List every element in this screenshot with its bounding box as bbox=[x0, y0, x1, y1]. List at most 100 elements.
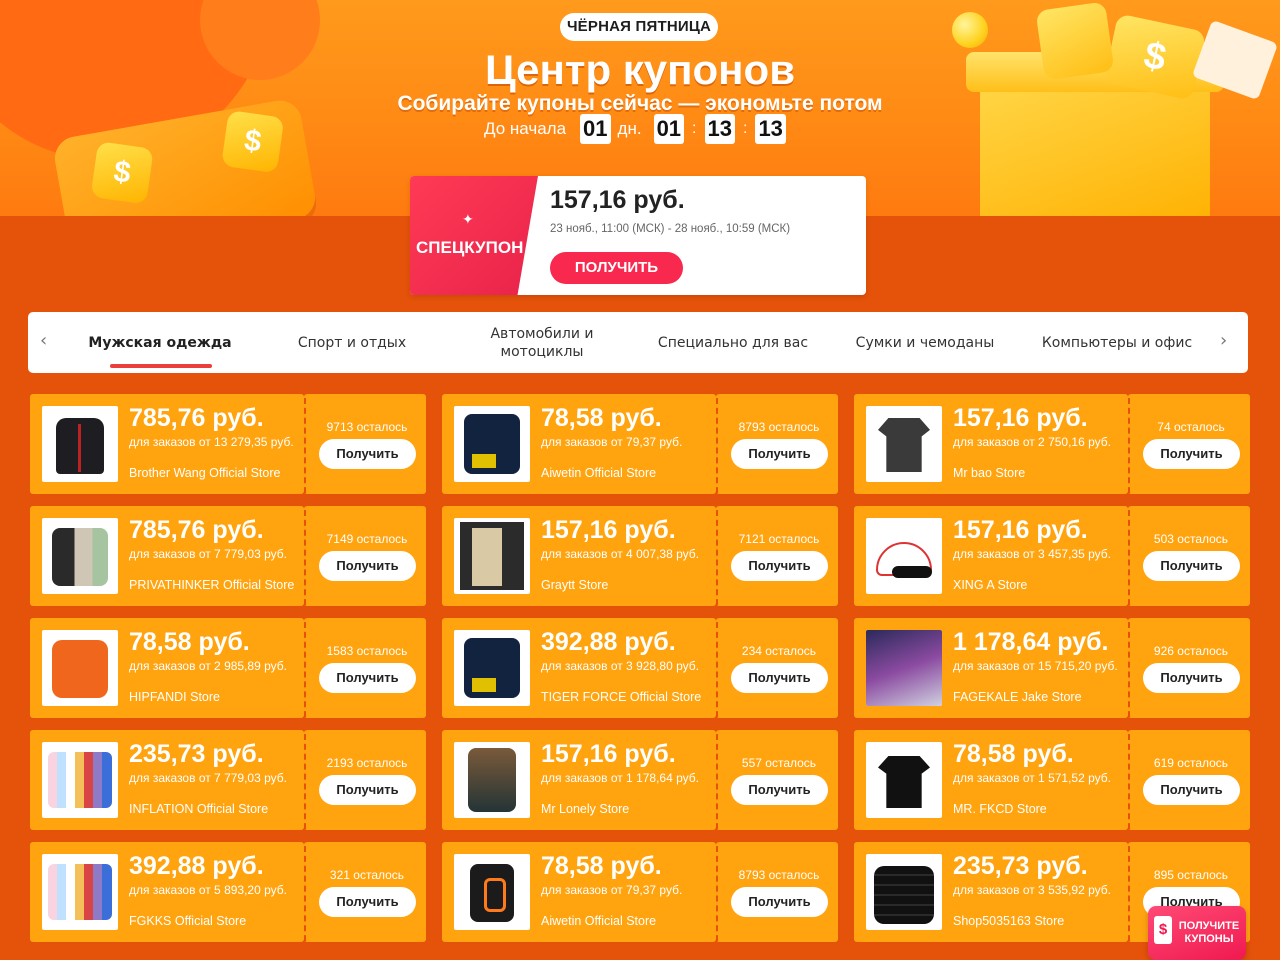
coupon-condition: для заказов от 7 779,03 руб. bbox=[129, 547, 287, 561]
coupons-remaining: 503 осталось bbox=[1153, 532, 1229, 546]
product-image-art bbox=[878, 418, 930, 472]
get-coupon-button[interactable]: Получить bbox=[731, 775, 828, 805]
product-image[interactable] bbox=[42, 518, 118, 594]
store-name[interactable]: MR. FKCD Store bbox=[953, 802, 1047, 816]
coupon-side: 619 осталось Получить bbox=[1128, 730, 1254, 830]
product-image[interactable] bbox=[866, 630, 942, 706]
page-subtitle: Собирайте купоны сейчас — экономьте пото… bbox=[397, 92, 883, 115]
product-image[interactable] bbox=[866, 854, 942, 930]
coupon-card: 78,58 руб. для заказов от 79,37 руб. Aiwet… bbox=[438, 394, 842, 494]
store-name[interactable]: Brother Wang Official Store bbox=[129, 466, 280, 480]
special-coupon-dates: 23 нояб., 11:00 (МСК) - 28 нояб., 10:59 … bbox=[550, 223, 791, 235]
product-image[interactable] bbox=[454, 854, 530, 930]
product-image[interactable] bbox=[866, 518, 942, 594]
get-coupon-button[interactable]: Получить bbox=[319, 887, 416, 917]
coupon-main: 157,16 руб. для заказов от 2 750,16 руб. M… bbox=[850, 394, 1128, 494]
get-coupon-button[interactable]: Получить bbox=[1143, 439, 1240, 469]
coupon-side: 503 осталось Получить bbox=[1128, 506, 1254, 606]
product-image[interactable] bbox=[866, 406, 942, 482]
coupon-condition: для заказов от 1 178,64 руб. bbox=[541, 771, 699, 785]
tab-computers[interactable]: Компьютеры и офис bbox=[1032, 312, 1202, 373]
get-coupon-button[interactable]: Получить bbox=[1143, 775, 1240, 805]
coupon-condition: для заказов от 1 571,52 руб. bbox=[953, 771, 1111, 785]
coupon-card: 785,76 руб. для заказов от 13 279,35 руб.… bbox=[26, 394, 430, 494]
product-image-art bbox=[56, 418, 104, 474]
chevron-right-icon[interactable]: › bbox=[1220, 330, 1227, 351]
black-friday-badge: ЧЁРНАЯ ПЯТНИЦА bbox=[560, 13, 718, 41]
coupon-condition: для заказов от 2 750,16 руб. bbox=[953, 435, 1111, 449]
store-name[interactable]: HIPFANDI Store bbox=[129, 690, 220, 704]
product-image[interactable] bbox=[42, 742, 118, 818]
get-coupon-button[interactable]: Получить bbox=[319, 439, 416, 469]
tab-bags[interactable]: Сумки и чемоданы bbox=[840, 312, 1010, 373]
store-name[interactable]: Mr bao Store bbox=[953, 466, 1025, 480]
get-coupons-floating-button[interactable]: $ ПОЛУЧИТЕ КУПОНЫ bbox=[1148, 906, 1246, 960]
get-coupon-button[interactable]: Получить bbox=[1143, 551, 1240, 581]
get-coupon-button[interactable]: Получить bbox=[731, 887, 828, 917]
product-image[interactable] bbox=[42, 406, 118, 482]
get-coupon-button[interactable]: Получить bbox=[319, 663, 416, 693]
store-name[interactable]: FAGEKALE Jake Store bbox=[953, 690, 1082, 704]
store-name[interactable]: FGKKS Official Store bbox=[129, 914, 246, 928]
coupon-price: 78,58 руб. bbox=[541, 404, 662, 432]
product-image[interactable] bbox=[866, 742, 942, 818]
coupon-card: 157,16 руб. для заказов от 3 457,35 руб. X… bbox=[850, 506, 1254, 606]
product-image[interactable] bbox=[454, 518, 530, 594]
coupon-main: 78,58 руб. для заказов от 1 571,52 руб. MR… bbox=[850, 730, 1128, 830]
coupons-remaining: 1583 осталось bbox=[326, 644, 408, 658]
coupon-main: 235,73 руб. для заказов от 3 535,92 руб. S… bbox=[850, 842, 1128, 942]
product-image[interactable] bbox=[454, 742, 530, 818]
coupons-remaining: 8793 осталось bbox=[738, 420, 820, 434]
store-name[interactable]: PRIVATHINKER Official Store bbox=[129, 578, 294, 592]
product-image-art bbox=[52, 640, 108, 698]
product-image[interactable] bbox=[454, 630, 530, 706]
coupon-condition: для заказов от 5 893,20 руб. bbox=[129, 883, 287, 897]
countdown-seconds: 13 bbox=[755, 114, 786, 144]
tab-auto-moto[interactable]: Автомобили и мотоциклы bbox=[464, 312, 620, 373]
dollar-icon: $ bbox=[221, 110, 285, 174]
product-image[interactable] bbox=[454, 406, 530, 482]
coupon-main: 78,58 руб. для заказов от 2 985,89 руб. HI… bbox=[26, 618, 304, 718]
coupon-condition: для заказов от 79,37 руб. bbox=[541, 883, 683, 897]
get-coupon-button[interactable]: Получить bbox=[1143, 663, 1240, 693]
countdown-days-unit: дн. bbox=[617, 119, 642, 138]
coupon-side: 321 осталось Получить bbox=[304, 842, 430, 942]
countdown-separator: : bbox=[742, 120, 748, 137]
store-name[interactable]: Mr Lonely Store bbox=[541, 802, 629, 816]
coupon-side: 8793 осталось Получить bbox=[716, 394, 842, 494]
get-coupon-button[interactable]: Получить bbox=[319, 551, 416, 581]
coupon-main: 785,76 руб. для заказов от 13 279,35 руб.… bbox=[26, 394, 304, 494]
special-coupon-amount: 157,16 руб. bbox=[550, 186, 685, 214]
store-name[interactable]: Aiwetin Official Store bbox=[541, 914, 656, 928]
coupon-price: 78,58 руб. bbox=[953, 740, 1074, 768]
product-image-art bbox=[464, 414, 520, 474]
get-coupon-button[interactable]: Получить bbox=[731, 439, 828, 469]
store-name[interactable]: Graytt Store bbox=[541, 578, 608, 592]
coupon-price: 392,88 руб. bbox=[541, 628, 676, 656]
store-name[interactable]: Aiwetin Official Store bbox=[541, 466, 656, 480]
store-name[interactable]: XING A Store bbox=[953, 578, 1027, 592]
coupon-main: 1 178,64 руб. для заказов от 15 715,20 ру… bbox=[850, 618, 1128, 718]
get-special-coupon-button[interactable]: ПОЛУЧИТЬ bbox=[550, 252, 683, 284]
store-name[interactable]: INFLATION Official Store bbox=[129, 802, 268, 816]
coupon-price: 1 178,64 руб. bbox=[953, 628, 1109, 656]
tab-sport[interactable]: Спорт и отдых bbox=[272, 312, 432, 373]
coupons-remaining: 619 осталось bbox=[1153, 756, 1229, 770]
tab-for-you[interactable]: Специально для вас bbox=[648, 312, 818, 373]
product-image-art bbox=[464, 638, 520, 698]
get-coupon-button[interactable]: Получить bbox=[319, 775, 416, 805]
get-coupon-button[interactable]: Получить bbox=[731, 551, 828, 581]
coupon-price: 392,88 руб. bbox=[129, 852, 264, 880]
special-coupon-card: ✦ СПЕЦКУПОН 157,16 руб. 23 нояб., 11:00 … bbox=[410, 176, 866, 295]
coupon-card: 392,88 руб. для заказов от 3 928,80 руб. T… bbox=[438, 618, 842, 718]
get-coupon-button[interactable]: Получить bbox=[731, 663, 828, 693]
coupon-price: 785,76 руб. bbox=[129, 516, 264, 544]
chevron-left-icon[interactable]: ‹ bbox=[40, 330, 47, 351]
store-name[interactable]: Shop5035163 Store bbox=[953, 914, 1064, 928]
store-name[interactable]: TIGER FORCE Official Store bbox=[541, 690, 701, 704]
product-image[interactable] bbox=[42, 630, 118, 706]
coupon-main: 78,58 руб. для заказов от 79,37 руб. Aiwet… bbox=[438, 394, 716, 494]
product-image-art bbox=[866, 630, 942, 706]
product-image[interactable] bbox=[42, 854, 118, 930]
coupon-side: 926 осталось Получить bbox=[1128, 618, 1254, 718]
